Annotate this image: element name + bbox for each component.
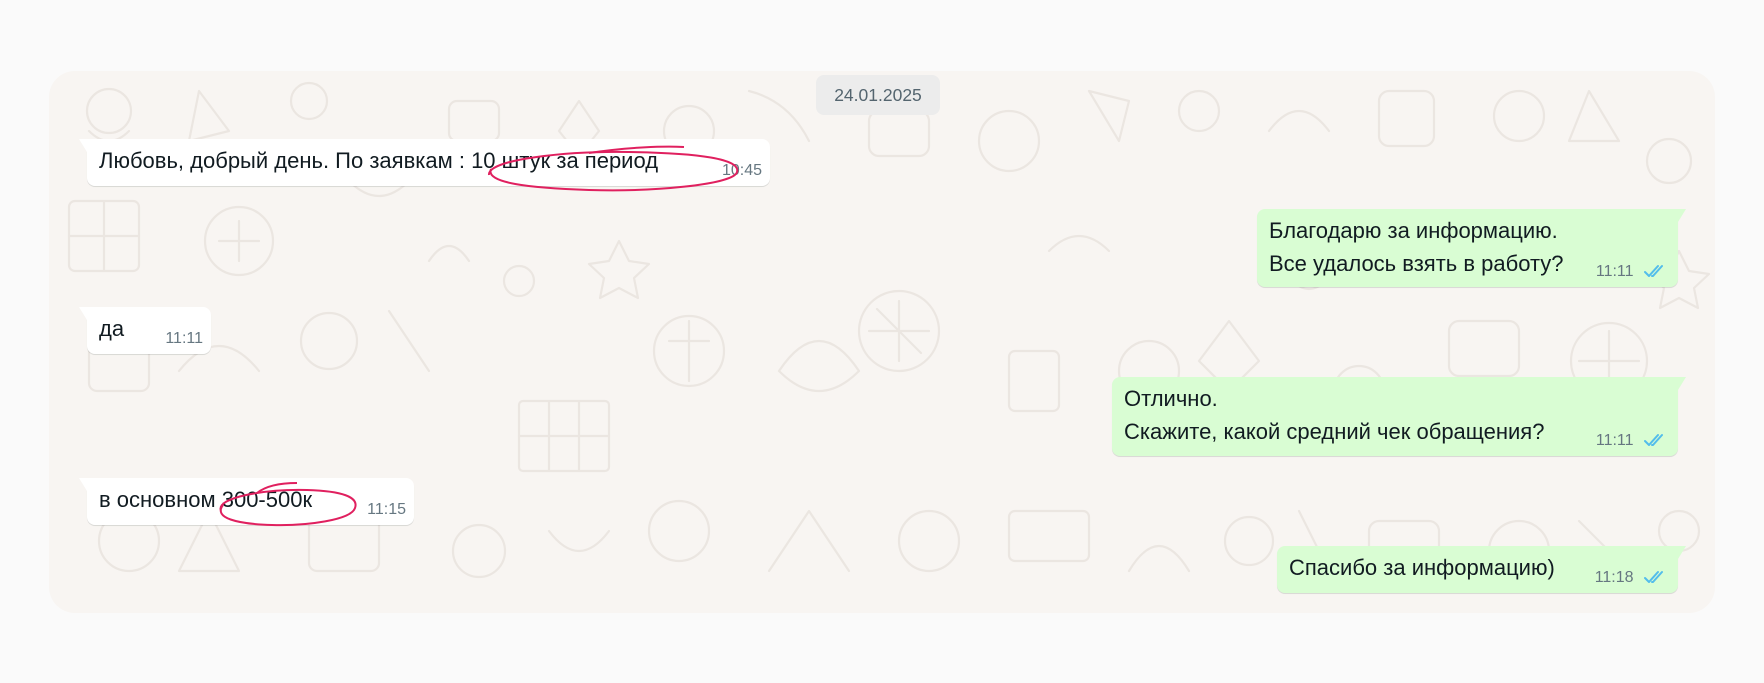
bubble-tail xyxy=(79,139,87,152)
message-time: 11:11 xyxy=(165,330,203,347)
bubble-tail xyxy=(1678,209,1686,222)
message-text: Любовь, добрый день. По заявкам : 10 шту… xyxy=(99,148,659,173)
message-incoming[interactable]: Любовь, добрый день. По заявкам : 10 шту… xyxy=(79,139,770,186)
message-text-line: Скажите, какой средний чек обращения? xyxy=(1124,419,1545,444)
double-check-read-icon xyxy=(1644,434,1663,446)
bubble-tail xyxy=(1678,377,1686,390)
message-incoming[interactable]: в основном 300-500к 11:15 xyxy=(79,478,414,525)
message-text: в основном 300-500к xyxy=(99,487,313,512)
message-time: 11:11 xyxy=(1595,432,1634,449)
double-check-read-icon xyxy=(1644,571,1663,583)
message-incoming[interactable]: да 11:11 xyxy=(79,307,211,354)
message-time: 11:15 xyxy=(367,501,406,518)
message-outgoing[interactable]: Отлично. Скажите, какой средний чек обра… xyxy=(1112,377,1686,456)
bubble-tail xyxy=(1678,546,1686,559)
message-time: 11:18 xyxy=(1594,569,1634,586)
message-meta: 11:11 xyxy=(1596,263,1666,281)
message-meta: 11:18 xyxy=(1595,569,1666,587)
chat-panel: 24.01.2025 Любовь, добрый день. По заявк… xyxy=(49,71,1715,613)
message-text-line: Отлично. xyxy=(1124,386,1218,411)
date-separator: 24.01.2025 xyxy=(816,75,940,115)
message-meta: 11:11 xyxy=(1596,432,1666,450)
message-outgoing[interactable]: Спасибо за информацию) 11:18 xyxy=(1277,546,1686,593)
bubble-tail xyxy=(79,307,87,320)
message-time: 10:45 xyxy=(721,162,762,179)
double-check-read-icon xyxy=(1644,265,1663,277)
message-time: 11:11 xyxy=(1595,263,1634,280)
bubble-tail xyxy=(79,478,87,491)
message-outgoing[interactable]: Благодарю за информацию. Все удалось взя… xyxy=(1257,209,1686,287)
message-text-line: Благодарю за информацию. xyxy=(1269,218,1558,243)
